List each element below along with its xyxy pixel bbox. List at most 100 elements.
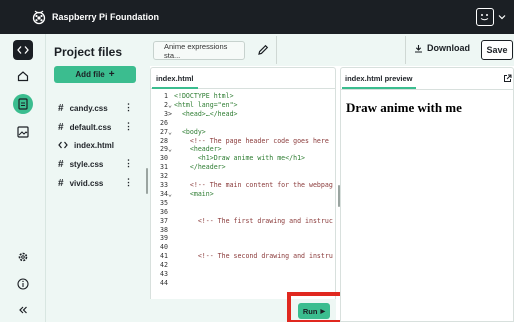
files-button[interactable] [13, 94, 33, 114]
file-item-style-css[interactable]: # style.css [58, 157, 103, 171]
account-menu-button[interactable] [476, 7, 510, 27]
collapse-sidebar-button[interactable] [13, 300, 33, 320]
project-name-field[interactable]: Anime expressions sta... [153, 41, 245, 60]
code-line[interactable]: 30 <h1>Draw anime with me</h1> [150, 154, 305, 163]
code-line[interactable]: 37 <!-- The first drawing and instruc [150, 217, 333, 226]
code-icon [17, 46, 29, 54]
file-options-icon[interactable]: ⋮ [124, 158, 133, 169]
code-line[interactable]: 34⌄ <main> [150, 190, 214, 199]
home-icon [17, 71, 29, 82]
header-divider [405, 36, 406, 64]
code-area[interactable]: 1 <!DOCTYPE html> 2⌄ <html lang="en"> 3> <he… [150, 92, 336, 299]
line-number: 42 [160, 261, 168, 270]
line-number: 1 [164, 92, 168, 100]
add-file-button[interactable]: Add file + [54, 66, 136, 83]
code-line[interactable]: 41 <!-- The second drawing and instru [150, 252, 333, 261]
line-number: 2 [164, 100, 168, 109]
code-line[interactable]: 40 [150, 243, 174, 252]
file-name: vivid.css [69, 178, 104, 188]
plus-icon: + [108, 69, 115, 80]
code-line[interactable]: 28 <!-- The page header code goes here [150, 137, 329, 146]
code-line[interactable]: 31 </header> [150, 163, 226, 172]
file-name: index.html [74, 140, 115, 150]
code-text: </header> [174, 163, 226, 172]
file-name: default.css [69, 122, 112, 132]
file-icon [18, 98, 28, 110]
line-number: 32 [160, 172, 168, 181]
code-text: <html lang="en"> [174, 100, 238, 109]
file-options-icon[interactable]: ⋮ [124, 102, 133, 113]
code-line[interactable]: 42 [150, 261, 174, 270]
file-options-icon[interactable]: ⋮ [124, 177, 133, 188]
code-line[interactable]: 33 <!-- The main content for the webpag [150, 181, 333, 190]
code-line[interactable]: 29⌄ <header> [150, 145, 222, 154]
avatar-icon [476, 8, 494, 26]
project-files-title: Project files [54, 45, 123, 59]
code-text: <body> [174, 127, 206, 136]
code-line[interactable]: 43 [150, 270, 174, 279]
download-button[interactable]: Download [414, 43, 470, 53]
open-in-new-window-button[interactable] [503, 74, 512, 83]
chevron-down-icon [498, 15, 506, 20]
line-number: 27 [160, 127, 168, 136]
download-icon [415, 44, 422, 53]
code-line[interactable]: 36 [150, 208, 174, 217]
gear-icon [18, 252, 28, 262]
file-item-candy-css[interactable]: # candy.css [58, 101, 108, 115]
file-item-default-css[interactable]: # default.css [58, 120, 111, 134]
tab-index-html[interactable]: index.html [152, 70, 198, 89]
download-label: Download [427, 43, 470, 53]
file-name: candy.css [69, 103, 108, 113]
code-line[interactable]: 26 [150, 119, 174, 128]
edit-name-button[interactable] [257, 44, 269, 56]
code-line[interactable]: 2⌄ <html lang="en"> [150, 101, 238, 110]
raspberry-pi-logo-icon[interactable] [30, 8, 48, 26]
tab-preview[interactable]: index.html preview [342, 70, 416, 89]
resize-handle[interactable] [146, 168, 148, 194]
code-line[interactable]: 35 [150, 199, 174, 208]
save-button[interactable]: Save [481, 40, 513, 60]
line-number: 38 [160, 225, 168, 234]
line-number: 34 [160, 189, 168, 198]
preview-tab-divider [340, 89, 514, 90]
preview-heading: Draw anime with me [346, 100, 462, 115]
org-name: Raspberry Pi Foundation [52, 12, 160, 22]
line-number: 37 [160, 216, 168, 225]
css-file-icon: # [58, 177, 64, 189]
code-text: <head>…</head> [174, 109, 238, 118]
info-button[interactable] [13, 274, 33, 294]
css-file-icon: # [58, 121, 64, 133]
file-name: style.css [69, 159, 104, 169]
line-number: 44 [160, 278, 168, 287]
line-number: 40 [160, 243, 168, 252]
code-line[interactable]: 3> <head>…</head> [150, 110, 238, 119]
code-line[interactable]: 27⌄ <body> [150, 128, 206, 137]
play-icon: ▶ [320, 308, 326, 315]
code-text: <!-- The main content for the webpag [174, 181, 333, 189]
code-view-button[interactable] [13, 40, 33, 60]
line-number: 30 [160, 154, 168, 163]
file-options-icon[interactable]: ⋮ [124, 121, 133, 132]
code-line[interactable]: 39 [150, 234, 174, 243]
code-line[interactable]: 1 <!DOCTYPE html> [150, 92, 234, 101]
image-icon [17, 126, 29, 138]
line-number: 35 [160, 198, 168, 207]
code-line[interactable]: 32 [150, 172, 174, 181]
line-number: 39 [160, 234, 168, 243]
line-number: 41 [160, 252, 168, 261]
file-item-index-html[interactable]: index.html [58, 138, 114, 152]
settings-button[interactable] [13, 247, 33, 267]
file-item-vivid-css[interactable]: # vivid.css [58, 176, 103, 190]
line-number: 3 [164, 109, 168, 118]
code-line[interactable]: 38 [150, 226, 174, 235]
code-text: <!-- The page header code goes here [174, 136, 329, 145]
code-line[interactable]: 44 [150, 279, 174, 288]
pencil-icon [258, 44, 269, 55]
images-button[interactable] [13, 122, 33, 142]
code-text: <header> [174, 145, 222, 154]
run-button[interactable]: Run ▶ [298, 303, 330, 319]
run-label: Run [302, 306, 318, 316]
home-button[interactable] [13, 66, 33, 86]
line-number: 29 [160, 145, 168, 154]
info-icon [17, 278, 29, 290]
